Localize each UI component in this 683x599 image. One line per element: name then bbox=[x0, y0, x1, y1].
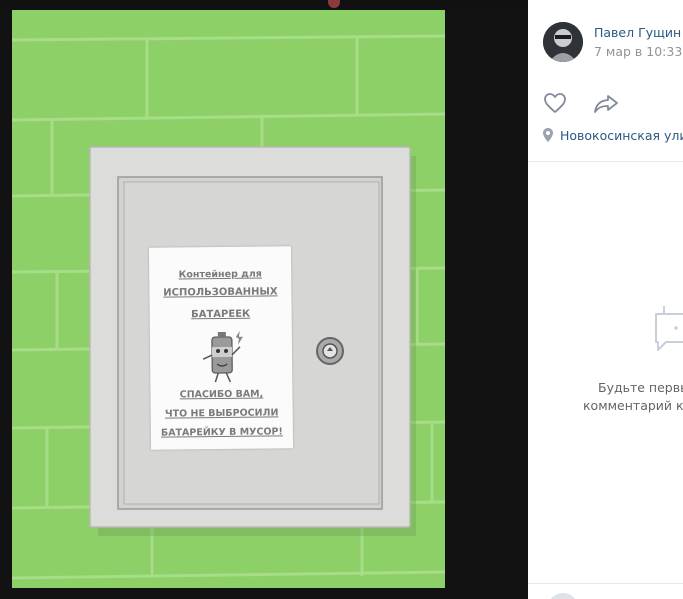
post-date-link[interactable]: 7 мар в 10:33 bbox=[594, 44, 682, 59]
empty-comments-text-line2: комментарий к этой записи. bbox=[583, 398, 683, 413]
sign-line-2: ИСПОЛЬЗОВАННЫХ bbox=[163, 286, 278, 299]
heart-icon[interactable] bbox=[543, 92, 567, 114]
share-icon[interactable] bbox=[593, 92, 619, 114]
sign-line-4: СПАСИБО ВАМ, bbox=[179, 388, 264, 401]
location-pin-icon bbox=[543, 128, 553, 142]
location-link[interactable]: Новокосинская улица bbox=[560, 128, 683, 143]
battery-mascot-icon bbox=[202, 330, 243, 383]
avatar-image bbox=[543, 22, 583, 62]
post-sidebar: Павел Гущин 7 мар в 10:33 Новокосинская … bbox=[528, 0, 683, 599]
divider bbox=[528, 583, 683, 584]
commenter-avatar bbox=[548, 593, 578, 599]
sign-line-3: БАТАРЕЕК bbox=[191, 308, 251, 321]
divider bbox=[528, 161, 683, 162]
viewer-top-bar bbox=[0, 0, 528, 10]
post-photo[interactable]: Контейнер для ИСПОЛЬЗОВАННЫХ БАТАРЕЕК СП… bbox=[12, 10, 445, 588]
empty-comments-text-line1: Будьте первым, кто оставит bbox=[598, 380, 683, 395]
battery-sign: Контейнер для ИСПОЛЬЗОВАННЫХ БАТАРЕЕК СП… bbox=[148, 246, 294, 450]
sign-line-1: Контейнер для bbox=[178, 268, 262, 281]
author-name-link[interactable]: Павел Гущин bbox=[594, 25, 681, 40]
sign-line-5: ЧТО НЕ ВЫБРОСИЛИ bbox=[164, 407, 279, 420]
sign-line-6: БАТАРЕЙКУ В МУСОР! bbox=[160, 426, 283, 439]
photo-viewer[interactable]: Контейнер для ИСПОЛЬЗОВАННЫХ БАТАРЕЕК СП… bbox=[0, 10, 528, 599]
author-avatar[interactable] bbox=[543, 22, 583, 62]
comments-empty-icon bbox=[655, 306, 683, 351]
